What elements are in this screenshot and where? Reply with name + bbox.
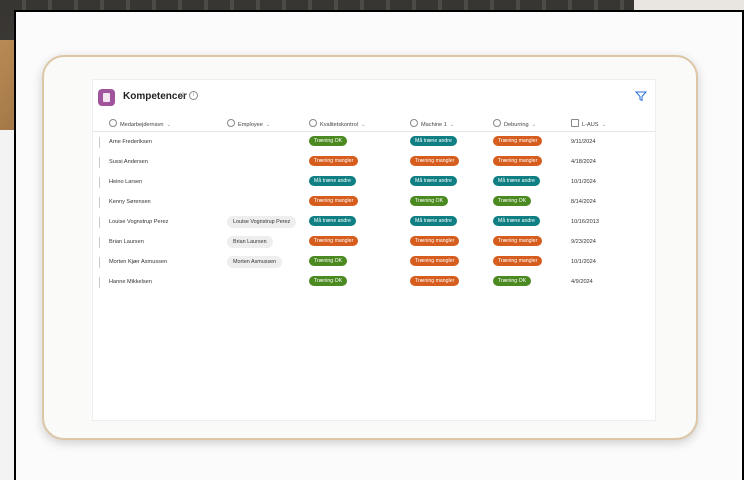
- status-pill-machine1[interactable]: Træning mangler: [410, 276, 460, 286]
- status-pill-deburring[interactable]: Træning mangler: [493, 256, 543, 266]
- date-cell[interactable]: 10/16/2013: [571, 219, 599, 225]
- person-chip[interactable]: Louise Vognstrup Perez: [227, 216, 297, 228]
- row-select-marker[interactable]: [99, 277, 100, 288]
- status-pill-deburring[interactable]: Må træne andre: [493, 176, 540, 186]
- status-pill-machine1[interactable]: Træning mangler: [410, 256, 460, 266]
- filter-icon[interactable]: [635, 90, 647, 102]
- choice-column-icon: [309, 119, 317, 127]
- date-cell[interactable]: 4/9/2024: [571, 279, 593, 285]
- employee-name-cell[interactable]: Brian Laursen: [109, 239, 144, 245]
- status-pill-machine1[interactable]: Træning OK: [410, 196, 449, 206]
- row-select-marker[interactable]: [99, 197, 100, 208]
- table-row[interactable]: Morten Kjær Asmussen Morten Asmussen Træni…: [93, 254, 655, 274]
- star-icon[interactable]: ☆: [179, 90, 187, 101]
- status-pill-deburring[interactable]: Må træne andre: [493, 216, 540, 226]
- date-cell[interactable]: 4/18/2024: [571, 159, 596, 165]
- header-divider: [93, 131, 655, 132]
- status-pill-kvalitetskontrol[interactable]: Træning mangler: [309, 156, 359, 166]
- date-cell[interactable]: 10/1/2024: [571, 179, 596, 185]
- column-header-row: Medarbejdernavn ⌄ Employee ⌄ Kvalitetskontro…: [93, 119, 655, 131]
- row-select-marker[interactable]: [99, 157, 100, 168]
- column-header-label: Kvalitetskontrol: [320, 122, 358, 128]
- status-pill-kvalitetskontrol[interactable]: Træning OK: [309, 256, 348, 266]
- status-pill-kvalitetskontrol[interactable]: Må træne andre: [309, 176, 356, 186]
- status-pill-machine1[interactable]: Må træne andre: [410, 176, 457, 186]
- status-pill-machine1[interactable]: Må træne andre: [410, 136, 457, 146]
- column-header-0[interactable]: Medarbejdernavn ⌄: [109, 119, 171, 128]
- date-cell[interactable]: 8/14/2024: [571, 199, 596, 205]
- employee-name-cell[interactable]: Arne Frederiksen: [109, 139, 152, 145]
- status-pill-kvalitetskontrol[interactable]: Træning OK: [309, 136, 348, 146]
- employee-name-cell[interactable]: Louise Vognstrup Perez: [109, 219, 168, 225]
- list-app-icon: [98, 89, 115, 106]
- column-header-label: Deburring: [504, 122, 529, 128]
- choice-column-icon: [410, 119, 418, 127]
- status-pill-deburring[interactable]: Træning mangler: [493, 156, 543, 166]
- chevron-down-icon: ⌄: [449, 122, 455, 128]
- employee-name-cell[interactable]: Heino Larsen: [109, 179, 142, 185]
- chevron-down-icon: ⌄: [531, 122, 537, 128]
- status-pill-machine1[interactable]: Træning mangler: [410, 236, 460, 246]
- table-row[interactable]: Heino Larsen Må træne andre Må træne andre…: [93, 174, 655, 194]
- row-select-marker[interactable]: [99, 257, 100, 268]
- table-row[interactable]: Hanne Mikkelsen Træning OK Træning mangler…: [93, 274, 655, 294]
- status-pill-kvalitetskontrol[interactable]: Træning mangler: [309, 236, 359, 246]
- column-header-label: Machine 1: [421, 122, 447, 128]
- list-header: Kompetencer ☆ i: [93, 80, 655, 112]
- status-pill-deburring[interactable]: Træning mangler: [493, 236, 543, 246]
- info-icon[interactable]: i: [189, 91, 198, 100]
- employee-name-cell[interactable]: Morten Kjær Asmussen: [109, 259, 167, 265]
- status-pill-machine1[interactable]: Må træne andre: [410, 216, 457, 226]
- table-row[interactable]: Sussi Andersen Træning mangler Træning man…: [93, 154, 655, 174]
- row-select-marker[interactable]: [99, 177, 100, 188]
- employee-name-cell[interactable]: Hanne Mikkelsen: [109, 279, 152, 285]
- status-pill-deburring[interactable]: Træning OK: [493, 276, 532, 286]
- row-select-marker[interactable]: [99, 137, 100, 148]
- chevron-down-icon: ⌄: [265, 122, 271, 128]
- column-header-3[interactable]: Machine 1 ⌄: [410, 119, 455, 128]
- row-select-marker[interactable]: [99, 237, 100, 248]
- status-pill-deburring[interactable]: Træning mangler: [493, 136, 543, 146]
- column-header-2[interactable]: Kvalitetskontrol ⌄: [309, 119, 366, 128]
- list-title[interactable]: Kompetencer: [123, 91, 187, 102]
- date-cell[interactable]: 9/11/2024: [571, 139, 595, 145]
- status-pill-kvalitetskontrol[interactable]: Træning OK: [309, 276, 348, 286]
- employee-name-cell[interactable]: Sussi Andersen: [109, 159, 148, 165]
- table-row[interactable]: Louise Vognstrup Perez Louise Vognstrup P…: [93, 214, 655, 234]
- employee-name-cell[interactable]: Kenny Sørensen: [109, 199, 151, 205]
- person-chip[interactable]: Brian Laursen: [227, 236, 273, 248]
- status-pill-deburring[interactable]: Træning OK: [493, 196, 532, 206]
- column-header-4[interactable]: Deburring ⌄: [493, 119, 536, 128]
- table-row[interactable]: Kenny Sørensen Træning mangler Træning OK T…: [93, 194, 655, 214]
- tablet-device: Kompetencer ☆ i Medarbejdernavn ⌄ Employee…: [42, 55, 698, 440]
- status-pill-kvalitetskontrol[interactable]: Må træne andre: [309, 216, 356, 226]
- table-row[interactable]: Arne Frederiksen Træning OK Må træne andre…: [93, 134, 655, 154]
- chevron-down-icon: ⌄: [601, 122, 607, 128]
- list-screen: Kompetencer ☆ i Medarbejdernavn ⌄ Employee…: [92, 79, 656, 421]
- person-column-icon: [227, 119, 235, 127]
- status-pill-machine1[interactable]: Træning mangler: [410, 156, 460, 166]
- choice-column-icon: [493, 119, 501, 127]
- text-column-icon: [109, 119, 117, 127]
- column-header-1[interactable]: Employee ⌄: [227, 119, 271, 128]
- chevron-down-icon: ⌄: [360, 122, 366, 128]
- column-header-label: L-AUS: [582, 122, 599, 128]
- row-select-marker[interactable]: [99, 217, 100, 228]
- column-header-label: Employee: [238, 122, 263, 128]
- person-chip[interactable]: Morten Asmussen: [227, 256, 283, 268]
- column-header-5[interactable]: L-AUS ⌄: [571, 119, 606, 128]
- date-cell[interactable]: 10/1/2024: [571, 259, 596, 265]
- table-row[interactable]: Brian Laursen Brian Laursen Træning mangle…: [93, 234, 655, 254]
- chevron-down-icon: ⌄: [166, 122, 172, 128]
- column-header-label: Medarbejdernavn: [120, 122, 164, 128]
- status-pill-kvalitetskontrol[interactable]: Træning mangler: [309, 196, 359, 206]
- date-cell[interactable]: 9/23/2024: [571, 239, 596, 245]
- calendar-column-icon: [571, 119, 579, 127]
